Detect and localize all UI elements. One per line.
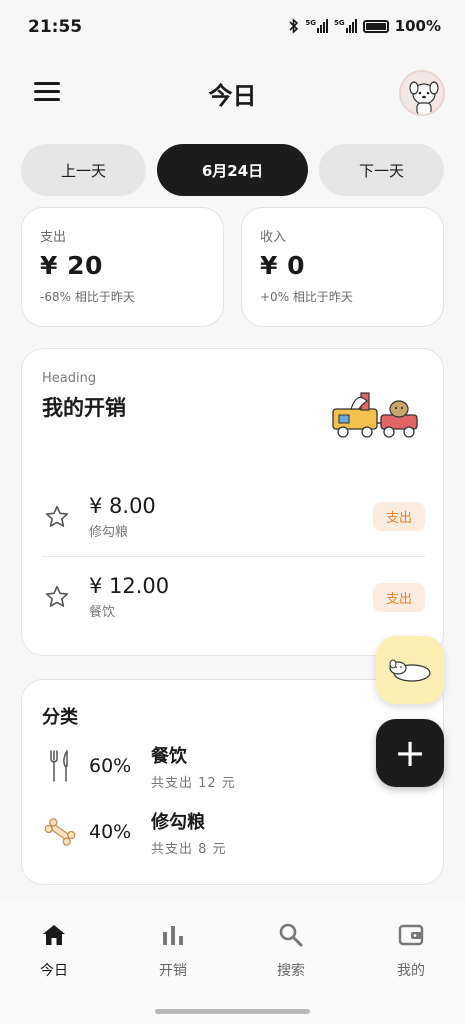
transaction-note: 修勾粮	[89, 524, 129, 540]
star-outline-icon[interactable]	[44, 504, 70, 530]
prev-day-button[interactable]: 上一天	[21, 144, 146, 196]
transaction-note: 餐饮	[89, 605, 116, 620]
nav-label: 今日	[40, 963, 68, 979]
transaction-amount: ¥ 12.00	[89, 574, 170, 598]
signal-1-icon: 5G	[305, 19, 329, 33]
category-row[interactable]: 40% 修勾粮 共支出 8 元	[42, 802, 422, 862]
expense-summary-card[interactable]: 支出 ¥ 20 -68% 相比于昨天	[21, 207, 224, 327]
nav-item-search[interactable]: 搜索	[251, 920, 331, 980]
transaction-row[interactable]: ¥ 8.00 修勾粮 支出	[42, 477, 425, 557]
transaction-type-badge: 支出	[372, 582, 425, 612]
expense-compare: -68% 相比于昨天	[40, 290, 135, 304]
transaction-amount: ¥ 8.00	[89, 493, 156, 518]
status-bar: 21:55 5G 5G 100%	[0, 0, 465, 56]
page-title: 今日	[208, 82, 257, 110]
sleeping-dog-icon	[389, 659, 431, 682]
spending-heading-small: Heading	[42, 371, 97, 386]
bar-chart-icon	[133, 920, 213, 950]
transaction-info: ¥ 8.00 修勾粮	[89, 494, 373, 540]
category-title: 分类	[42, 707, 78, 728]
home-indicator	[155, 1009, 310, 1014]
train-illustration-icon	[332, 392, 418, 438]
avatar[interactable]	[399, 70, 445, 116]
fork-knife-icon	[42, 748, 78, 784]
star-outline-icon[interactable]	[44, 584, 70, 610]
category-name: 修勾粮	[151, 811, 205, 833]
income-label: 收入	[260, 230, 287, 245]
category-card: 分类 60% 餐饮 共支出 12 元 40% 修勾粮 共支出 8 元	[21, 679, 444, 885]
current-date-button[interactable]: 6月24日	[157, 144, 308, 196]
nav-item-today[interactable]: 今日	[14, 920, 94, 980]
wallet-icon	[371, 920, 451, 950]
add-record-button[interactable]: +	[376, 719, 444, 787]
spending-heading: 我的开销	[42, 396, 126, 420]
income-compare: +0% 相比于昨天	[260, 290, 353, 304]
expense-label: 支出	[40, 230, 67, 245]
category-total: 共支出 8 元	[151, 841, 227, 857]
income-amount: ¥ 0	[260, 251, 305, 280]
battery-percent: 100%	[394, 17, 441, 35]
status-icons: 5G 5G 100%	[289, 17, 441, 35]
expense-amount: ¥ 20	[40, 251, 103, 280]
signal-2-icon: 5G	[334, 19, 357, 33]
income-summary-card[interactable]: 收入 ¥ 0 +0% 相比于昨天	[241, 207, 444, 327]
transaction-row[interactable]: ¥ 12.00 餐饮 支出	[42, 557, 425, 637]
nav-label: 开销	[159, 963, 187, 979]
category-percent: 40%	[89, 821, 132, 843]
bluetooth-icon	[289, 18, 299, 34]
transaction-type-badge: 支出	[372, 502, 425, 531]
bone-icon	[42, 814, 78, 850]
category-info: 修勾粮 共支出 8 元	[151, 808, 227, 857]
category-total: 共支出 12 元	[151, 775, 236, 791]
search-icon	[251, 920, 331, 950]
nav-item-spending[interactable]: 开销	[133, 920, 213, 980]
status-time: 21:55	[28, 17, 83, 37]
battery-icon	[362, 19, 389, 33]
category-info: 餐饮 共支出 12 元	[151, 742, 236, 791]
next-day-button[interactable]: 下一天	[319, 144, 444, 196]
category-percent: 60%	[89, 755, 132, 777]
nav-label: 我的	[397, 963, 425, 979]
home-icon	[14, 920, 94, 950]
category-name: 餐饮	[151, 745, 187, 767]
spending-card: Heading 我的开销 ¥ 8.00 修勾粮 支出 ¥ 12.00 餐饮 支出	[21, 348, 444, 656]
transaction-info: ¥ 12.00 餐饮	[89, 574, 373, 620]
bottom-nav: 今日 开销 搜索 我的	[0, 900, 465, 1024]
nav-item-mine[interactable]: 我的	[371, 920, 451, 980]
category-row[interactable]: 60% 餐饮 共支出 12 元	[42, 736, 422, 796]
pet-fab-button[interactable]	[376, 636, 444, 704]
nav-label: 搜索	[277, 963, 305, 979]
